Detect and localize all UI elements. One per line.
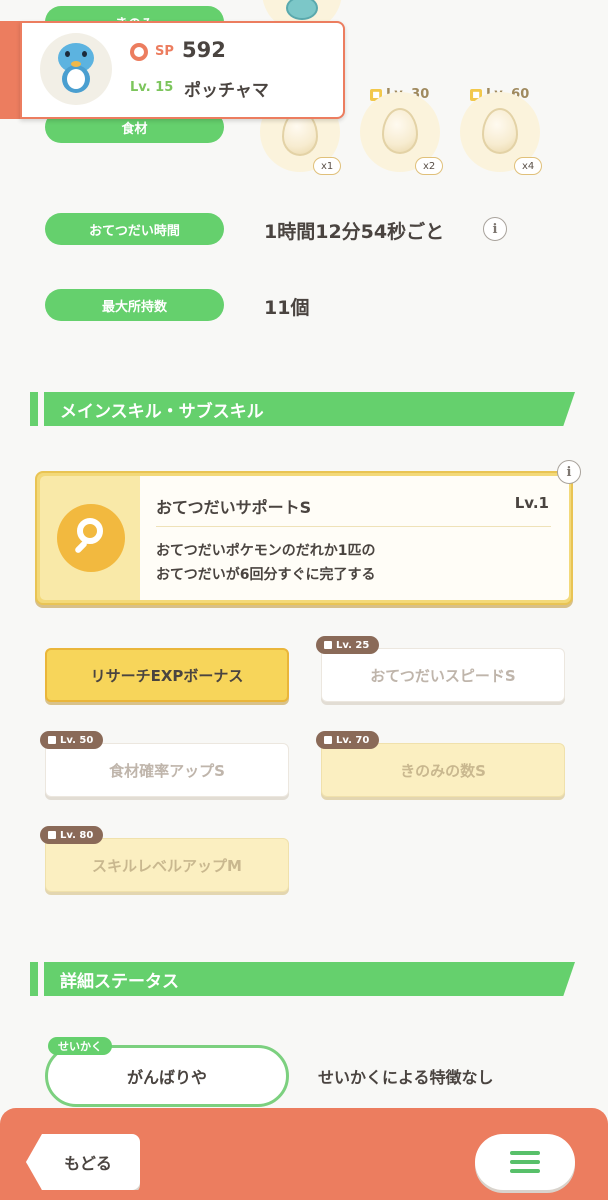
back-button-label: もどる xyxy=(64,1154,112,1173)
pokemon-name: ポッチャマ xyxy=(184,81,269,101)
sub-skill-lock-lv50: Lv. 50 xyxy=(40,731,104,749)
ingredient-multiplier-3: x4 xyxy=(514,157,543,175)
skills-section-header: メインスキル・サブスキル xyxy=(30,392,575,426)
header-accent xyxy=(0,21,22,119)
egg-icon xyxy=(482,108,518,154)
back-button[interactable]: もどる xyxy=(26,1134,140,1190)
nature-value: がんばりや xyxy=(126,1068,207,1087)
sub-skill-label: スキルレベルアップM xyxy=(92,856,242,875)
lock-icon xyxy=(48,736,56,744)
main-skill-divider xyxy=(156,526,551,527)
pokemon-level: Lv. 15 xyxy=(130,80,174,95)
max-carry-label: 最大所持数 xyxy=(45,289,224,321)
lock-icon xyxy=(48,831,56,839)
detail-section-title: 詳細ステータス xyxy=(44,962,575,996)
main-skill-card[interactable]: おてつだいサポートS Lv.1 おてつだいポケモンのだれか1匹の おてつだいが6… xyxy=(35,471,573,605)
sub-skill-label: リサーチEXPボーナス xyxy=(90,666,244,685)
sub-skill-label: 食材確率アップS xyxy=(109,761,225,780)
sub-skill-lock-lv80: Lv. 80 xyxy=(40,826,104,844)
main-skill-level: Lv.1 xyxy=(514,494,549,512)
sub-skill-lock-lv70: Lv. 70 xyxy=(316,731,380,749)
pokemon-avatar xyxy=(40,33,112,105)
sub-skill-help-speed[interactable]: おてつだいスピードS xyxy=(321,648,565,702)
sub-skill-berry-finding[interactable]: きのみの数S xyxy=(321,743,565,797)
menu-button[interactable] xyxy=(475,1134,575,1190)
lock-icon xyxy=(324,736,332,744)
main-skill-info-icon[interactable]: i xyxy=(557,460,581,484)
main-skill-description-2: おてつだいが6回分すぐに完了する xyxy=(156,567,376,583)
sub-skill-skill-level-up[interactable]: スキルレベルアップM xyxy=(45,838,289,892)
main-skill-icon-area xyxy=(40,476,140,600)
hamburger-icon xyxy=(510,1151,540,1173)
sub-skill-label: おてつだいスピードS xyxy=(370,666,516,685)
help-time-info-icon[interactable]: i xyxy=(483,217,507,241)
main-skill-description-1: おてつだいポケモンのだれか1匹の xyxy=(156,543,376,559)
nature-effect: せいかくによる特徴なし xyxy=(318,1068,494,1087)
egg-icon xyxy=(382,108,418,154)
help-time-label: おてつだい時間 xyxy=(45,213,224,245)
lock-icon xyxy=(324,641,332,649)
help-time-value: 1時間12分54秒ごと xyxy=(264,221,445,243)
main-skill-name: おてつだいサポートS xyxy=(156,498,312,517)
sp-icon xyxy=(130,43,148,61)
nature-tag: せいかく xyxy=(48,1037,112,1055)
skills-section-title: メインスキル・サブスキル xyxy=(44,392,575,426)
ingredient-multiplier-1: x1 xyxy=(313,157,342,175)
sub-skill-lock-lv25: Lv. 25 xyxy=(316,636,380,654)
sub-skill-ingredient-finder[interactable]: 食材確率アップS xyxy=(45,743,289,797)
sub-skill-label: きのみの数S xyxy=(400,761,486,780)
max-carry-value: 11個 xyxy=(264,297,310,319)
sp-label: SP xyxy=(155,44,174,59)
detail-section-header: 詳細ステータス xyxy=(30,962,575,996)
ingredient-multiplier-2: x2 xyxy=(415,157,444,175)
pokemon-header-card: SP 592 Lv. 15 ポッチャマ xyxy=(20,21,345,119)
sp-value: 592 xyxy=(182,38,226,62)
magnifier-icon xyxy=(57,504,125,572)
sub-skill-research-exp[interactable]: リサーチEXPボーナス xyxy=(45,648,289,702)
